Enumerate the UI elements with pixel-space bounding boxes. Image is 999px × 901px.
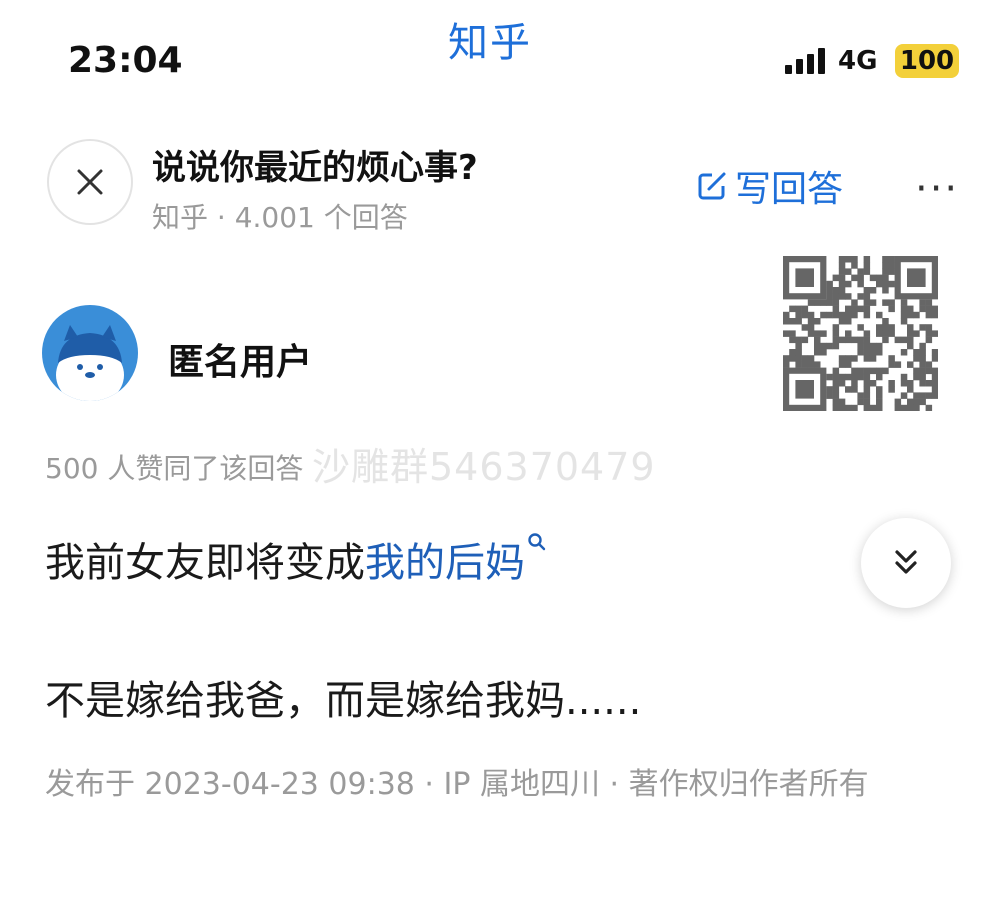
anonymous-avatar[interactable] bbox=[42, 305, 138, 401]
question-meta: 知乎 · 4.001 个回答 bbox=[152, 201, 408, 234]
search-icon[interactable] bbox=[527, 532, 547, 552]
answer-text: 我前女友即将变成 bbox=[45, 540, 365, 586]
double-chevron-down-icon bbox=[895, 550, 917, 574]
write-answer-button[interactable]: 写回答 bbox=[695, 163, 844, 210]
close-icon bbox=[77, 169, 103, 195]
more-icon[interactable]: ··· bbox=[915, 166, 959, 212]
question-title[interactable]: 说说你最近的烦心事? bbox=[152, 140, 478, 189]
anonymous-avatar-icon bbox=[56, 325, 124, 401]
write-answer-label: 写回答 bbox=[735, 169, 844, 210]
answer-line-1: 我前女友即将变成我的后妈 bbox=[45, 530, 547, 588]
qr-code bbox=[783, 256, 938, 411]
expand-button[interactable] bbox=[861, 518, 951, 608]
status-time: 23:04 bbox=[68, 40, 183, 81]
answer-line-2: 不是嫁给我爸，而是嫁给我妈...... bbox=[45, 678, 642, 724]
signal-icon bbox=[785, 48, 829, 74]
battery-icon: 100 bbox=[895, 44, 959, 78]
network-type: 4G bbox=[838, 46, 878, 76]
publish-meta: 发布于 2023-04-23 09:38 · IP 属地四川 · 著作权归作者所… bbox=[45, 767, 869, 802]
edit-icon bbox=[698, 172, 726, 200]
watermark: 沙雕群546370479 bbox=[312, 445, 656, 489]
search-link[interactable]: 我的后妈 bbox=[365, 540, 525, 586]
author-name[interactable]: 匿名用户 bbox=[168, 333, 312, 385]
app-logo: 知乎 bbox=[448, 20, 532, 66]
vote-count: 500 人赞同了该回答 bbox=[45, 452, 304, 485]
close-button[interactable] bbox=[47, 139, 133, 225]
